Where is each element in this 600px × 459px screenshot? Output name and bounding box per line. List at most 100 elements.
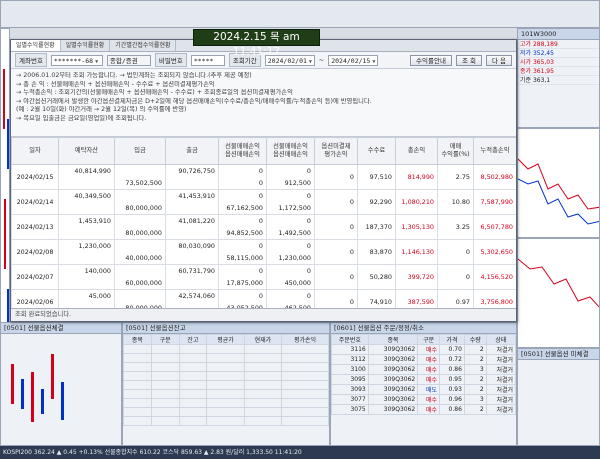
right-mini-chart-svg: [518, 258, 599, 308]
bottom-left-title: [0501] 선물옵션체결: [1, 323, 121, 334]
notice-line: → 누적총손익 : 조회기간의(선물매매손익 + 옵션매매손익 - 수수료) +…: [16, 89, 293, 97]
return-cell: 0.97: [437, 289, 474, 308]
table-row[interactable]: 3100 309Q3062 매수 0.86 3 처결거: [331, 364, 516, 375]
notice-line: → 야간옵션거래에서 발생한 야간옵션결제차금은 D+2일에 해당 옵션매매손익…: [16, 97, 372, 105]
date-cell: 2024/02/08: [11, 239, 59, 265]
daily-return-grid: 일자 예탁자산 입금 출금 선물매매손익 옵션매매손익 선물매매손익 옵션매매손익 …: [11, 137, 516, 309]
next-button[interactable]: 다 음: [485, 54, 512, 66]
column-header[interactable]: 예탁자산: [58, 137, 115, 165]
table-row[interactable]: 3112 309Q3062 매수 0.72 2 처결거: [331, 354, 516, 365]
column-header[interactable]: 총손익: [395, 137, 438, 165]
return-cell: 0: [437, 239, 474, 265]
outflow-cell: 41,453,910: [165, 189, 219, 202]
top-toolbar-strip: [0, 0, 600, 28]
bottom-order-panel: [0601] 선물옵션 주문/정정/취소 주문번호 종목 구분 가격 수량 상태 3116…: [330, 322, 517, 446]
date-cell: 2024/02/13: [11, 214, 59, 240]
account-type-field: 종합/증권: [106, 54, 151, 66]
outflow-cell-sub: [165, 202, 219, 215]
calendar-dropdown-icon[interactable]: ▼: [372, 59, 375, 65]
date-cell: 2024/02/15: [11, 164, 59, 190]
column-header[interactable]: 출금: [165, 137, 219, 165]
pnl-cell: 387,590: [395, 289, 438, 308]
date-cell: 2024/02/06: [11, 289, 59, 308]
column-header[interactable]: 옵션미결제 평가손익: [314, 137, 358, 165]
options-pnl-cell-2: 1,492,500: [266, 227, 315, 240]
fee-cell: 187,370: [357, 214, 396, 240]
options-pnl-cell: 94,852,500: [218, 227, 267, 240]
table-row[interactable]: 3095 309Q3062 매수 0.95 2 처결거: [331, 374, 516, 385]
inflow-cell: [114, 214, 166, 227]
return-guide-button[interactable]: 수익률안내: [410, 54, 452, 66]
deposit-cell: 140,000: [58, 264, 115, 277]
column-header[interactable]: 입금: [114, 137, 166, 165]
futures-pnl-cell-2: 0: [266, 214, 315, 227]
right-quote-item: 종가 361,95: [518, 67, 599, 76]
right-mini-chart-2: [517, 238, 600, 348]
right-quote-panel: 101W3000 고가 288,189 저가 352,45 시가 365,03 …: [517, 28, 600, 128]
column-header[interactable]: 수수료: [357, 137, 396, 165]
column-header[interactable]: 누적총손익: [473, 137, 516, 165]
bottom-left-panel: [0501] 선물옵션체결: [0, 322, 122, 446]
futures-pnl-cell-2: 0: [266, 164, 315, 177]
table-row[interactable]: 2024/02/15 40,814,990 90,726,750 0 0 0 97,510 8…: [11, 164, 516, 190]
account-input[interactable]: *******-68 ▼: [50, 54, 103, 66]
inflow-cell: [114, 264, 166, 277]
outflow-cell: 42,574,060: [165, 289, 219, 302]
bottom-right-panel: [0501] 선물옵션 미체결: [517, 348, 600, 446]
fee-cell: 50,280: [357, 264, 396, 290]
password-input[interactable]: *****: [190, 54, 225, 66]
column-header[interactable]: 선물매매손익 옵션매매손익: [218, 137, 267, 165]
column-header[interactable]: 매매 수익률(%): [437, 137, 474, 165]
fee-cell: 97,510: [357, 164, 396, 190]
query-button[interactable]: 조 회: [455, 54, 482, 66]
tab-daily-return-2[interactable]: 일별수익률현황: [61, 40, 111, 51]
deposit-cell-sub: [58, 177, 115, 190]
pnl-cell: 399,720: [395, 264, 438, 290]
deposit-cell-sub: [58, 302, 115, 308]
outflow-cell-sub: [165, 177, 219, 190]
bottom-mid-title: [0501] 선물옵션잔고: [123, 323, 329, 334]
table-row[interactable]: 3093 309Q3062 매도 0.93 2 처결거: [331, 384, 516, 395]
table-row[interactable]: 2024/02/13 1,453,910 41,081,220 0 0 0 187,370 1…: [11, 214, 516, 240]
table-row[interactable]: 2024/02/08 1,230,000 80,030,090 0 0 0 83,870 1,…: [11, 239, 516, 265]
column-header[interactable]: 일자: [11, 137, 59, 165]
pnl-cell: 1,146,130: [395, 239, 438, 265]
right-quote-item: 고가 288,189: [518, 40, 599, 49]
date-to-input[interactable]: 2024/02/15 ▼: [328, 54, 379, 66]
right-quote-item: 저가 352,45: [518, 49, 599, 58]
table-row[interactable]: 3075 309Q3062 매수 0.86 2 처결거: [331, 404, 516, 415]
deposit-cell: 1,453,910: [58, 214, 115, 227]
futures-pnl-cell: 0: [218, 289, 267, 302]
notice-line: → 목요일 입출금은 금요일(영업일)에 조회됩니다.: [16, 114, 147, 122]
table-row[interactable]: 3116 309Q3062 매수 0.70 2 처결거: [331, 344, 516, 355]
futures-pnl-cell: 0: [218, 264, 267, 277]
futures-pnl-cell-2: 0: [266, 289, 315, 302]
tab-daily-return[interactable]: 일별수익률현황: [11, 40, 61, 51]
notice-panel: → 2006.01.02부터 조회 가능합니다. → 법인계좌는 조회되지 않습…: [11, 69, 516, 137]
table-row[interactable]: 2024/02/06 45,000 42,574,060 0 0 0 74,910 387,5…: [11, 289, 516, 308]
cumulative-pnl-cell: 5,302,650: [473, 239, 516, 265]
table-row[interactable]: 3077 309Q3062 매수 0.96 3 처결거: [331, 394, 516, 405]
bottom-mid-panel: [0501] 선물옵션잔고 종목 구분 잔고 평균가 현재가 평가손익: [122, 322, 330, 446]
outflow-cell-sub: [165, 277, 219, 290]
deposit-cell-sub: [58, 277, 115, 290]
table-row[interactable]: 2024/02/14 40,349,500 41,453,910 0 0 0 92,290 1…: [11, 189, 516, 215]
timestamp-overlay: 2024.2.15 목 am 11:41:17: [193, 29, 320, 58]
futures-pnl-cell: 0: [218, 214, 267, 227]
cumulative-pnl-cell: 3,756,800: [473, 289, 516, 308]
cumulative-pnl-cell: 4,156,520: [473, 264, 516, 290]
notice-line: → 총 손 익 : 선물매매손익 + 옵션매매손익 - 수수료 + 옵션미결제평…: [16, 80, 215, 88]
daily-return-window: 일별수익률현황 일별수익률현황 기간별간접수익률현황 계좌번호 *******-…: [10, 39, 517, 322]
date-cell: 2024/02/07: [11, 264, 59, 290]
deposit-cell: 40,349,500: [58, 189, 115, 202]
right-quote-item: 기준 363,1: [518, 76, 599, 85]
right-quote-item: 시가 365,03: [518, 58, 599, 67]
tab-period-indirect-return[interactable]: 기간별간접수익률현황: [110, 40, 177, 51]
calendar-dropdown-icon[interactable]: ▼: [309, 59, 312, 65]
chevron-down-icon[interactable]: ▼: [95, 59, 98, 65]
table-row[interactable]: 2024/02/07 140,000 60,731,790 0 0 0 50,280 399,…: [11, 264, 516, 290]
column-header[interactable]: 선물매매손익 옵션매매손익: [266, 137, 315, 165]
options-pnl-cell: 58,115,000: [218, 252, 267, 265]
cumulative-pnl-cell: 7,587,990: [473, 189, 516, 215]
inflow-cell: [114, 164, 166, 177]
